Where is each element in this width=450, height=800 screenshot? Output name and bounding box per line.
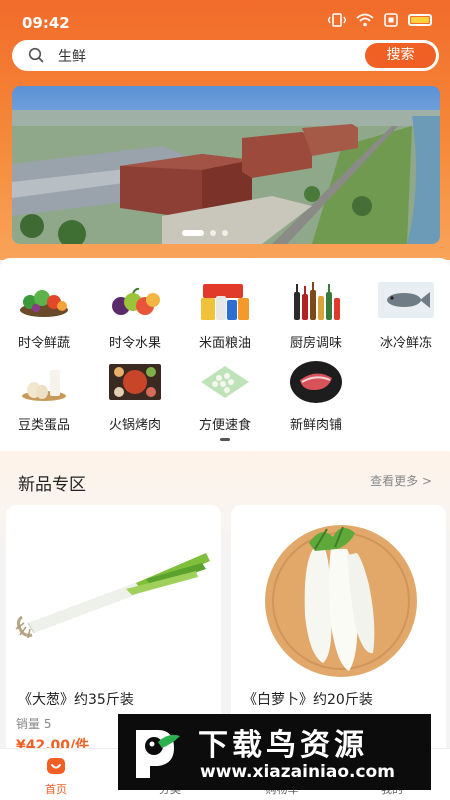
category-item-fruits[interactable]: 时令水果 [95,278,175,351]
vegetables-icon [20,290,68,317]
bird-logo-icon [136,730,180,778]
product-image-leek [15,553,210,639]
dumplings-icon [201,366,249,398]
hotpot-icon [109,364,161,400]
category-label: 豆类蛋品 [17,418,70,433]
category-label: 时令鲜蔬 [17,336,70,351]
category-grid: 时令鲜蔬 时令水果 米面粮油 厨房调味 冰冷鲜冻 豆类蛋品 火锅烤肉 方便速食 … [0,258,450,451]
category-label: 新鲜肉铺 [289,418,342,433]
status-icons [328,13,432,27]
product-image-radish [265,525,417,677]
banner-dot[interactable] [222,230,228,236]
fruits-icon [112,287,160,315]
product-name: 《大葱》约35斤装 [18,692,134,708]
banner-dot[interactable] [210,230,216,236]
frozen-fish-icon [378,282,434,318]
grain-oil-icon [201,284,249,320]
home-icon [47,758,65,774]
wifi-icon [356,13,374,27]
watermark: 下载鸟资源 www.xiazainiao.com [118,714,431,790]
category-item-grain-oil[interactable]: 米面粮油 [185,278,265,351]
category-item-eggs[interactable]: 豆类蛋品 [4,360,84,433]
status-time: 09:42 [22,14,70,32]
search-icon [28,47,44,63]
grid-page-indicator [220,438,230,441]
product-sales: 销量 5 [16,717,52,731]
eggs-icon [22,370,66,401]
search-button[interactable]: 搜索 [365,43,436,68]
watermark-url: www.xiazainiao.com [200,762,395,782]
category-item-seasoning[interactable]: 厨房调味 [276,278,356,351]
category-item-frozen[interactable]: 冰冷鲜冻 [366,278,446,351]
meat-icon [290,361,342,403]
category-label: 时令水果 [108,336,161,351]
banner-dot[interactable] [182,230,204,236]
status-bar: 09:42 [0,0,450,40]
banner-image [12,86,440,244]
search-input[interactable]: 生鲜 [58,46,86,66]
battery-icon [408,14,432,26]
category-label: 火锅烤肉 [108,418,161,433]
seasoning-icon [294,282,340,320]
category-label: 冰冷鲜冻 [379,336,432,351]
tab-label: 首页 [45,783,67,796]
category-item-vegetables[interactable]: 时令鲜蔬 [4,278,84,351]
vibrate-icon [328,13,346,27]
category-label: 米面粮油 [198,336,251,351]
category-item-hotpot[interactable]: 火锅烤肉 [95,360,175,433]
view-more-link[interactable]: 查看更多 > [370,472,432,489]
category-item-meat[interactable]: 新鲜肉铺 [276,360,356,433]
promo-banner[interactable] [12,86,440,244]
banner-pagination [182,230,228,236]
category-label: 厨房调味 [289,336,342,351]
watermark-title: 下载鸟资源 [198,728,368,763]
sim-icon [384,13,398,27]
category-label: 方便速食 [198,418,251,433]
section-title: 新品专区 [18,475,86,495]
product-name: 《白萝卜》约20斤装 [243,692,373,708]
category-item-instant[interactable]: 方便速食 [185,360,265,433]
tab-home[interactable]: 首页 [26,755,86,797]
search-bar[interactable]: 生鲜 搜索 [12,40,439,71]
